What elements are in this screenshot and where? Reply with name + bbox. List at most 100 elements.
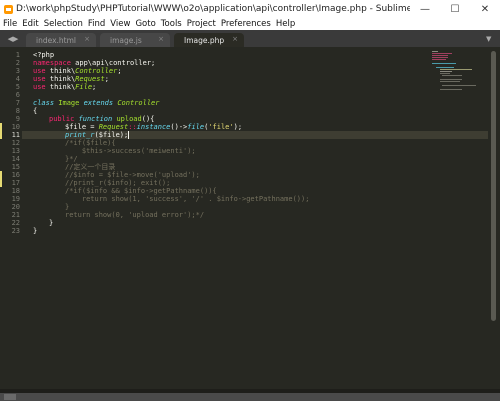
line-number-gutter: 1 2 3 4 5 6 7 8 9 10 11 12 13 14 15 16 1… bbox=[0, 47, 22, 389]
tab-label: Image.php bbox=[184, 35, 225, 45]
line-number: 18 bbox=[11, 187, 20, 195]
line-number: 20 bbox=[11, 203, 20, 211]
code-token: } bbox=[49, 219, 54, 227]
code-line-11: print_r($file); bbox=[65, 131, 130, 139]
tab-close-icon[interactable]: × bbox=[158, 35, 164, 43]
line-number: 15 bbox=[11, 163, 20, 171]
menu-view[interactable]: View bbox=[110, 19, 130, 29]
code-line-14: }*/ bbox=[65, 155, 78, 163]
code-line-22: } bbox=[49, 219, 53, 227]
menu-edit[interactable]: Edit bbox=[22, 19, 38, 29]
code-token-keyword: use bbox=[33, 75, 46, 83]
line-number: 23 bbox=[11, 227, 20, 235]
maximize-button[interactable]: ☐ bbox=[440, 0, 470, 18]
code-token-function: print_r bbox=[65, 131, 95, 139]
minimap[interactable] bbox=[432, 51, 488, 91]
line-number-current: 11 bbox=[11, 131, 20, 139]
code-line-23: } bbox=[33, 227, 37, 235]
tab-image-php[interactable]: Image.php × bbox=[174, 33, 244, 47]
code-token-class: Request bbox=[98, 123, 129, 131]
code-line-18: /*if($info && $info->getPathname()){ bbox=[65, 187, 217, 195]
code-token: { bbox=[33, 107, 38, 115]
line-number: 13 bbox=[11, 147, 20, 155]
menu-selection[interactable]: Selection bbox=[44, 19, 83, 29]
close-button[interactable]: ✕ bbox=[470, 0, 500, 18]
title-bar: D:\work\phpStudy\PHPTutorial\WWW\o2o\app… bbox=[0, 0, 500, 18]
code-token-parent-class: Controller bbox=[113, 99, 160, 107]
minimap-line bbox=[432, 63, 456, 64]
minimap-line bbox=[432, 59, 446, 60]
code-line-5: use think\File; bbox=[33, 83, 96, 91]
text-cursor bbox=[128, 131, 130, 139]
panel-toggle-icon[interactable] bbox=[4, 394, 16, 400]
menu-project[interactable]: Project bbox=[187, 19, 216, 29]
status-bar bbox=[0, 393, 500, 401]
code-line-12: /*if($file){ bbox=[65, 139, 116, 147]
code-line-9: public function upload(){ bbox=[49, 115, 154, 123]
scrollbar-thumb[interactable] bbox=[491, 51, 496, 321]
code-token: ; bbox=[117, 67, 122, 75]
line-number: 12 bbox=[11, 139, 20, 147]
code-token: think\ bbox=[45, 75, 76, 83]
vertical-scrollbar[interactable] bbox=[490, 49, 498, 387]
code-token-class-name: Image bbox=[54, 99, 84, 107]
line-number: 16 bbox=[11, 171, 20, 179]
line-number: 4 bbox=[15, 75, 20, 83]
tab-image-js[interactable]: image.js × bbox=[100, 33, 170, 47]
minimap-line bbox=[442, 75, 462, 76]
code-token: ; bbox=[92, 83, 97, 91]
tab-index-html[interactable]: index.html × bbox=[26, 33, 96, 47]
menu-tools[interactable]: Tools bbox=[161, 19, 182, 29]
minimap-line bbox=[440, 73, 450, 74]
minimap-line bbox=[440, 79, 462, 80]
tab-list-dropdown-icon[interactable]: ▼ bbox=[486, 30, 500, 47]
code-token-class: Controller bbox=[75, 67, 118, 75]
sublime-window: D:\work\phpStudy\PHPTutorial\WWW\o2o\app… bbox=[0, 0, 500, 401]
code-token-function: upload bbox=[112, 115, 142, 123]
line-number: 6 bbox=[15, 91, 20, 99]
code-token: ); bbox=[233, 123, 243, 131]
menu-bar: File Edit Selection Find View Goto Tools… bbox=[0, 18, 500, 30]
menu-preferences[interactable]: Preferences bbox=[221, 19, 271, 29]
code-line-15: //定义一个目录 bbox=[65, 163, 116, 171]
tab-nav-arrows[interactable]: ◀ ▶ bbox=[0, 30, 26, 47]
code-line-17: //print_r($info); exit(); bbox=[65, 179, 171, 187]
menu-help[interactable]: Help bbox=[276, 19, 295, 29]
code-token: (){ bbox=[141, 115, 155, 123]
code-editor[interactable]: 1 2 3 4 5 6 7 8 9 10 11 12 13 14 15 16 1… bbox=[0, 47, 500, 389]
code-token-keyword: public bbox=[49, 115, 75, 123]
tab-bar: ◀ ▶ index.html × image.js × Image.php × … bbox=[0, 30, 500, 47]
chevron-right-icon[interactable]: ▶ bbox=[13, 35, 18, 43]
line-number: 21 bbox=[11, 211, 20, 219]
minimap-line bbox=[440, 89, 462, 90]
code-token-storage: extends bbox=[83, 99, 114, 107]
code-token: } bbox=[33, 227, 38, 235]
code-token: think\ bbox=[45, 67, 76, 75]
code-token-keyword: namespace bbox=[33, 59, 71, 67]
minimize-button[interactable]: — bbox=[410, 0, 440, 18]
code-token-storage: function bbox=[74, 115, 113, 123]
code-token: <?php bbox=[33, 51, 55, 59]
tab-close-icon[interactable]: × bbox=[232, 35, 238, 43]
menu-find[interactable]: Find bbox=[88, 19, 105, 29]
minimap-line bbox=[442, 85, 476, 86]
code-line-8: { bbox=[33, 107, 37, 115]
code-line-16: //$info = $file->move('upload'); bbox=[65, 171, 200, 179]
tab-label: image.js bbox=[110, 35, 142, 45]
tab-close-icon[interactable]: × bbox=[84, 35, 90, 43]
code-line-20: } bbox=[65, 203, 70, 211]
minimap-line bbox=[432, 57, 448, 58]
code-token: $file = bbox=[65, 123, 99, 131]
code-line-1: <?php bbox=[33, 51, 54, 59]
code-token-keyword: use bbox=[33, 83, 46, 91]
menu-file[interactable]: File bbox=[3, 19, 17, 29]
line-number: 10 bbox=[11, 123, 20, 131]
line-number: 19 bbox=[11, 195, 20, 203]
sublime-logo-icon bbox=[4, 4, 13, 14]
minimap-line bbox=[432, 51, 438, 52]
menu-goto[interactable]: Goto bbox=[135, 19, 155, 29]
code-token: ; bbox=[104, 75, 109, 83]
code-token-class: Request bbox=[75, 75, 105, 83]
line-number: 14 bbox=[11, 155, 20, 163]
code-line-19: return show(1, 'success', '/' . $info->g… bbox=[65, 195, 310, 203]
